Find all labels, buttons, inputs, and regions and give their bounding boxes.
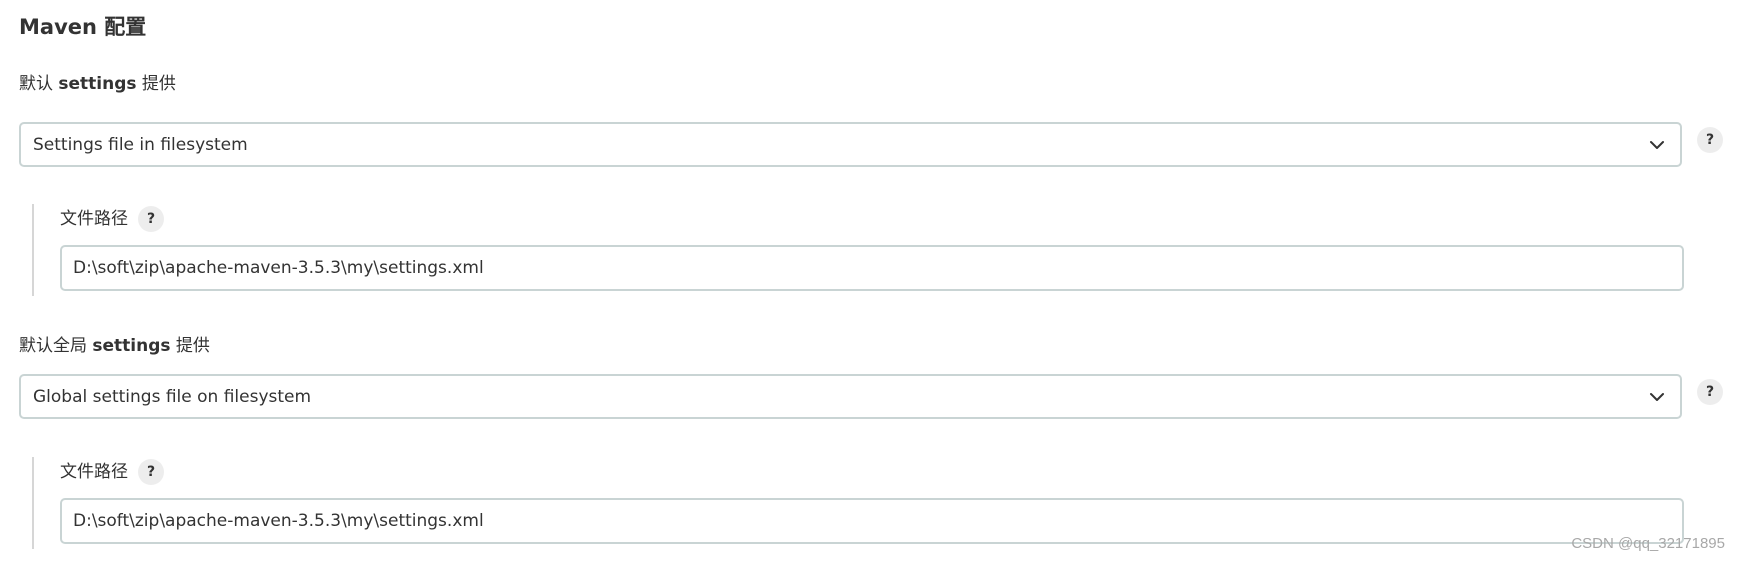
settings-provider-label: 默认 settings 提供 <box>19 72 176 96</box>
settings-file-path-label-row: 文件路径 ? <box>60 206 164 232</box>
help-glyph: ? <box>146 464 156 480</box>
global-settings-label-prefix: 默认全局 <box>19 336 93 356</box>
settings-provider-help-icon[interactable]: ? <box>1697 127 1723 153</box>
chevron-down-icon <box>1650 140 1664 149</box>
settings-provider-value: Settings file in filesystem <box>33 134 248 155</box>
global-settings-file-path-input[interactable] <box>60 498 1684 544</box>
global-settings-provider-select[interactable]: Global settings file on filesystem <box>19 374 1682 419</box>
global-settings-provider-value: Global settings file on filesystem <box>33 386 312 407</box>
chevron-down-icon <box>1650 392 1664 401</box>
settings-file-path-help-icon[interactable]: ? <box>138 206 164 232</box>
settings-label-prefix: 默认 <box>19 74 59 94</box>
global-settings-file-path-group: 文件路径 ? <box>32 457 1684 549</box>
help-glyph: ? <box>1705 132 1715 148</box>
settings-file-path-label: 文件路径 <box>60 209 128 229</box>
help-glyph: ? <box>1705 384 1715 400</box>
section-title: Maven 配置 <box>19 15 147 39</box>
watermark: CSDN @qq_32171895 <box>1571 535 1725 552</box>
settings-file-path-input[interactable] <box>60 245 1684 291</box>
global-settings-file-path-label: 文件路径 <box>60 462 128 482</box>
help-glyph: ? <box>146 211 156 227</box>
settings-file-path-group: 文件路径 ? <box>32 204 1684 296</box>
settings-label-keyword: settings <box>58 74 137 94</box>
global-settings-label-suffix: 提供 <box>170 336 210 356</box>
global-settings-file-path-label-row: 文件路径 ? <box>60 459 164 485</box>
global-settings-provider-label: 默认全局 settings 提供 <box>19 334 210 358</box>
settings-provider-select[interactable]: Settings file in filesystem <box>19 122 1682 167</box>
global-settings-provider-help-icon[interactable]: ? <box>1697 379 1723 405</box>
maven-config-page: Maven 配置 默认 settings 提供 Settings file in… <box>0 0 1739 566</box>
settings-label-suffix: 提供 <box>136 74 176 94</box>
global-settings-label-keyword: settings <box>92 336 171 356</box>
global-settings-file-path-help-icon[interactable]: ? <box>138 459 164 485</box>
